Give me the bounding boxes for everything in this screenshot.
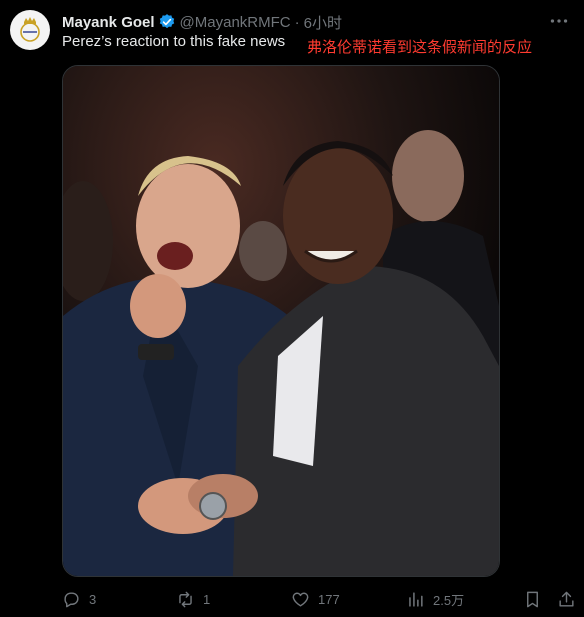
tweet-header: Mayank Goel @MayankRMFC · 6小时 [62,12,544,32]
bookmark-icon [527,591,538,607]
left-person-face [136,164,240,288]
reply-button[interactable]: 3 [62,586,96,612]
more-options-icon[interactable] [548,12,570,30]
action-bar: 3 1 177 2.5万 [0,586,584,612]
avatar[interactable] [10,10,50,50]
separator-dot: · [294,13,300,31]
author-handle[interactable]: @MayankRMFC [180,14,291,31]
reply-icon [64,591,79,607]
verified-badge-icon [158,13,176,31]
background-person [392,130,464,222]
heart-icon [292,592,309,607]
timestamp[interactable]: 6小时 [304,12,342,33]
like-count: 177 [318,591,340,607]
right-person-face [283,148,393,284]
tweet-photo[interactable] [62,65,500,577]
share-button[interactable] [557,586,576,612]
author-name[interactable]: Mayank Goel [62,14,155,31]
share-icon [559,591,574,607]
wristwatch [199,492,227,520]
reply-count: 3 [89,591,97,607]
like-button[interactable]: 177 [291,586,340,612]
background-person [239,221,287,281]
tweet-text: Perez’s reaction to this fake news [62,33,286,50]
retweet-icon [179,591,192,607]
real-madrid-crest-icon [20,17,40,42]
tweet[interactable]: Mayank Goel @MayankRMFC · 6小时 Perez’s re… [0,0,584,617]
views-button[interactable]: 2.5万 [406,586,464,612]
retweet-button[interactable]: 1 [176,586,210,612]
views-chart-icon [409,591,423,607]
retweet-count: 1 [203,591,211,607]
views-count: 2.5万 [433,592,465,608]
translation-overlay: 弗洛伦蒂诺看到这条假新闻的反应 [307,39,533,56]
bookmark-button[interactable] [523,586,542,612]
